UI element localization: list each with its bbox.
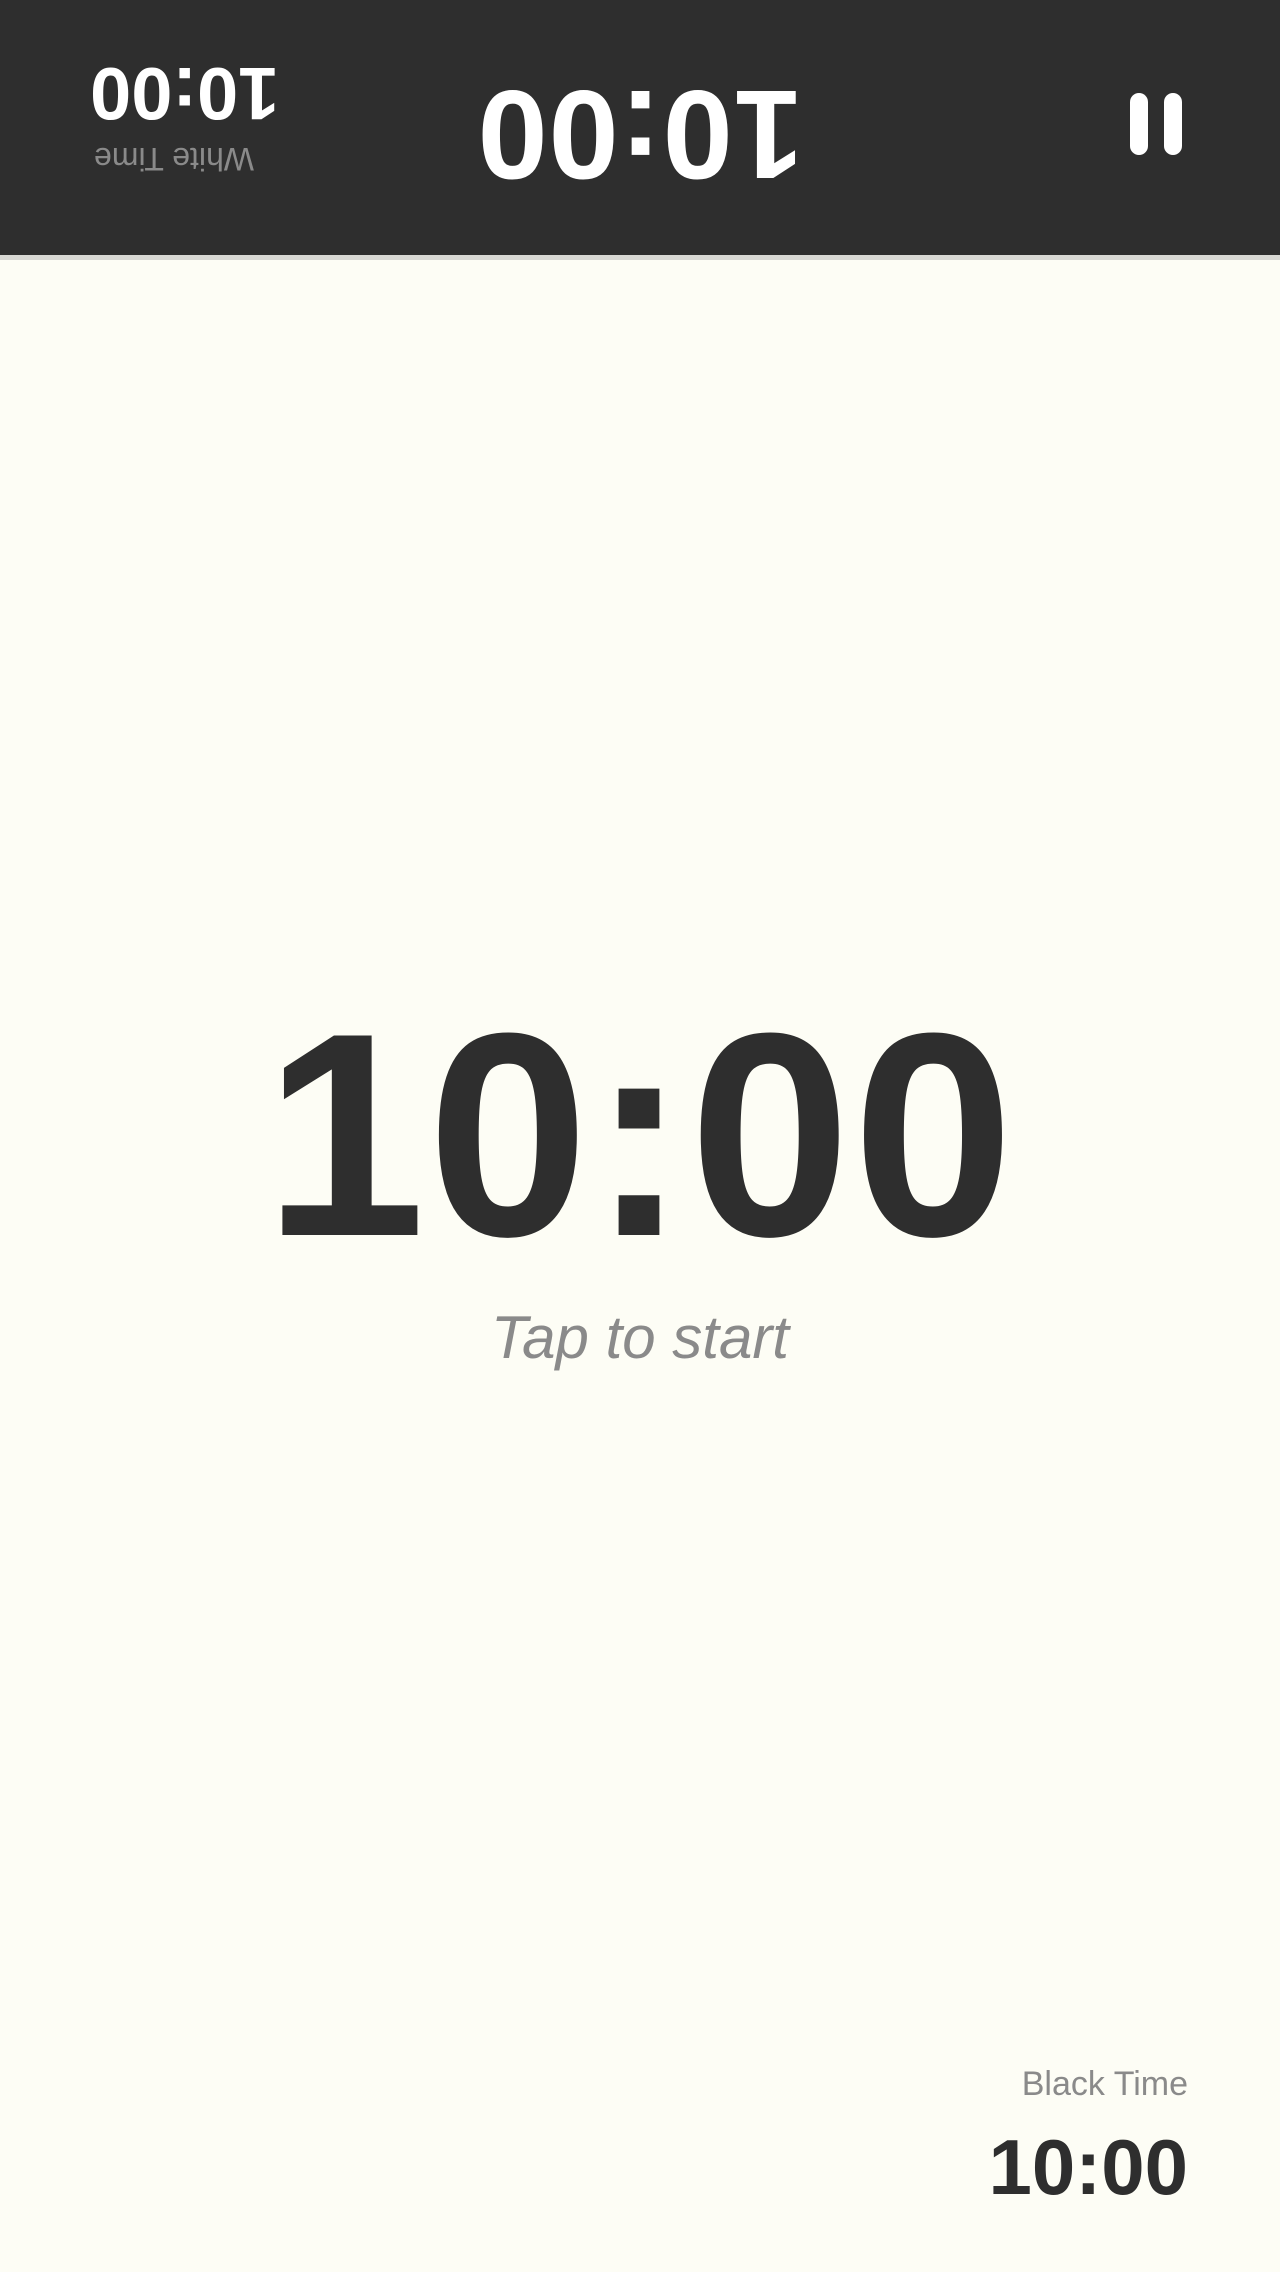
pause-icon — [1164, 93, 1182, 155]
pause-button[interactable] — [1124, 93, 1188, 155]
black-time-value: 10:00 — [988, 2123, 1189, 2211]
tap-to-start-hint: Tap to start — [491, 1304, 789, 1371]
pause-icon-bar — [1130, 93, 1148, 155]
chess-clock-app: 10:00 White Time 10:00 10:00 Tap to star… — [0, 0, 1280, 2272]
white-player-panel[interactable]: 10:00 White Time 10:00 — [0, 0, 1280, 260]
black-main-clock: 10:00 — [264, 973, 1016, 1297]
white-time-value: 10:00 — [90, 52, 280, 135]
black-time-label: Black Time — [1021, 2065, 1188, 2103]
white-player-panel-rotated: 10:00 White Time 10:00 — [0, 0, 1280, 255]
black-player-tap-area[interactable]: 10:00 Tap to start — [0, 260, 1280, 2272]
white-time-label: White Time — [94, 141, 255, 177]
